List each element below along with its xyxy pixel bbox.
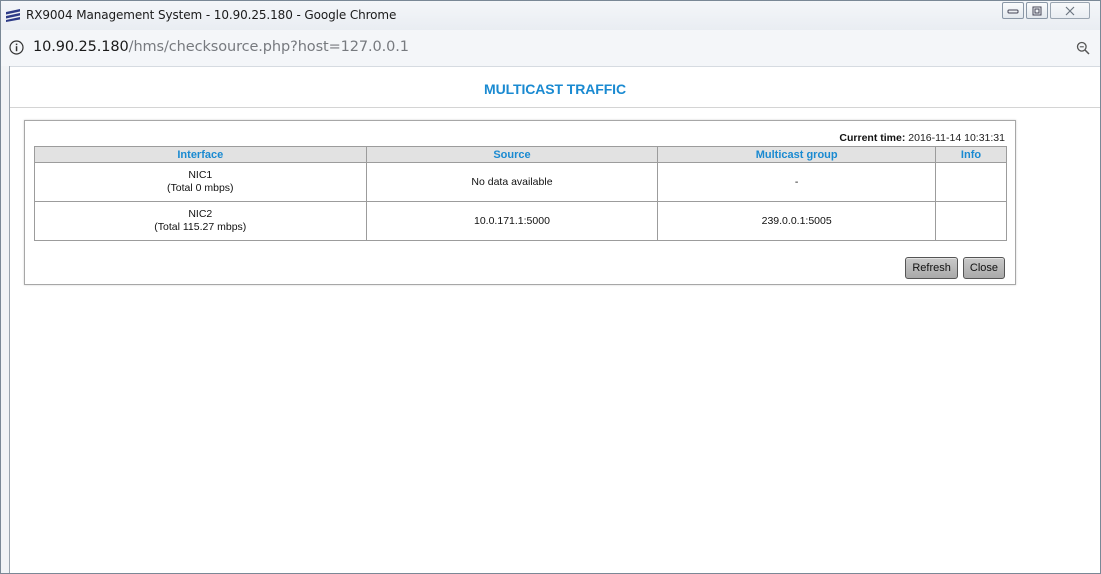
- page-content: MULTICAST TRAFFIC Current time: 2016-11-…: [10, 67, 1100, 573]
- interface-total: (Total 115.27 mbps): [154, 221, 247, 233]
- cell-info: [935, 201, 1007, 241]
- action-buttons: Refresh Close: [900, 257, 1005, 279]
- title-bar[interactable]: RX9004 Management System - 10.90.25.180 …: [1, 1, 1100, 30]
- multicast-table: Interface Source Multicast group Info NI…: [34, 146, 1007, 241]
- header-source: Source: [365, 146, 659, 163]
- minimize-button[interactable]: [1002, 2, 1024, 19]
- cell-interface: NIC2 (Total 115.27 mbps): [34, 201, 367, 241]
- close-window-button[interactable]: [1050, 2, 1090, 19]
- close-icon: [1065, 6, 1075, 15]
- cell-source: 10.0.171.1:5000: [365, 201, 659, 241]
- address-bar[interactable]: 10.90.25.180/hms/checksource.php?host=12…: [1, 30, 1100, 67]
- minimize-icon: [1007, 9, 1019, 13]
- window-title: RX9004 Management System - 10.90.25.180 …: [26, 8, 397, 22]
- current-time-label: Current time:: [839, 132, 906, 144]
- browser-window: RX9004 Management System - 10.90.25.180 …: [0, 0, 1101, 574]
- zoom-icon[interactable]: [1076, 41, 1090, 55]
- info-icon[interactable]: [9, 40, 24, 55]
- maximize-button[interactable]: [1026, 2, 1048, 19]
- cell-multicast-group: 239.0.0.1:5005: [657, 201, 937, 241]
- interface-name: NIC2: [188, 208, 213, 220]
- interface-total: (Total 0 mbps): [167, 182, 234, 194]
- current-time: Current time: 2016-11-14 10:31:31: [839, 132, 1005, 144]
- refresh-button[interactable]: Refresh: [905, 257, 958, 279]
- header-info: Info: [935, 146, 1007, 163]
- window-controls: [1000, 2, 1090, 21]
- url-host: 10.90.25.180: [33, 39, 129, 55]
- maximize-icon: [1032, 6, 1042, 15]
- cell-interface: NIC1 (Total 0 mbps): [34, 162, 367, 202]
- window-left-border: [1, 66, 10, 573]
- multicast-panel: Current time: 2016-11-14 10:31:31 Interf…: [24, 120, 1016, 285]
- close-button[interactable]: Close: [962, 257, 1005, 279]
- ericsson-logo-icon: [6, 9, 20, 22]
- page-title: MULTICAST TRAFFIC: [484, 81, 626, 97]
- url-path: /hms/checksource.php?host=127.0.0.1: [128, 39, 409, 55]
- table-row: NIC2 (Total 115.27 mbps) 10.0.171.1:5000…: [34, 201, 1007, 241]
- interface-name: NIC1: [188, 169, 213, 181]
- page-header: MULTICAST TRAFFIC: [10, 67, 1100, 108]
- header-interface: Interface: [34, 146, 367, 163]
- cell-multicast-group: -: [657, 162, 937, 202]
- table-row: NIC1 (Total 0 mbps) No data available -: [34, 162, 1007, 202]
- table-header-row: Interface Source Multicast group Info: [34, 146, 1007, 163]
- cell-source: No data available: [365, 162, 659, 202]
- current-time-value: 2016-11-14 10:31:31: [908, 132, 1005, 144]
- cell-info: [935, 162, 1007, 202]
- header-multicast-group: Multicast group: [657, 146, 937, 163]
- url-text[interactable]: 10.90.25.180/hms/checksource.php?host=12…: [33, 39, 409, 55]
